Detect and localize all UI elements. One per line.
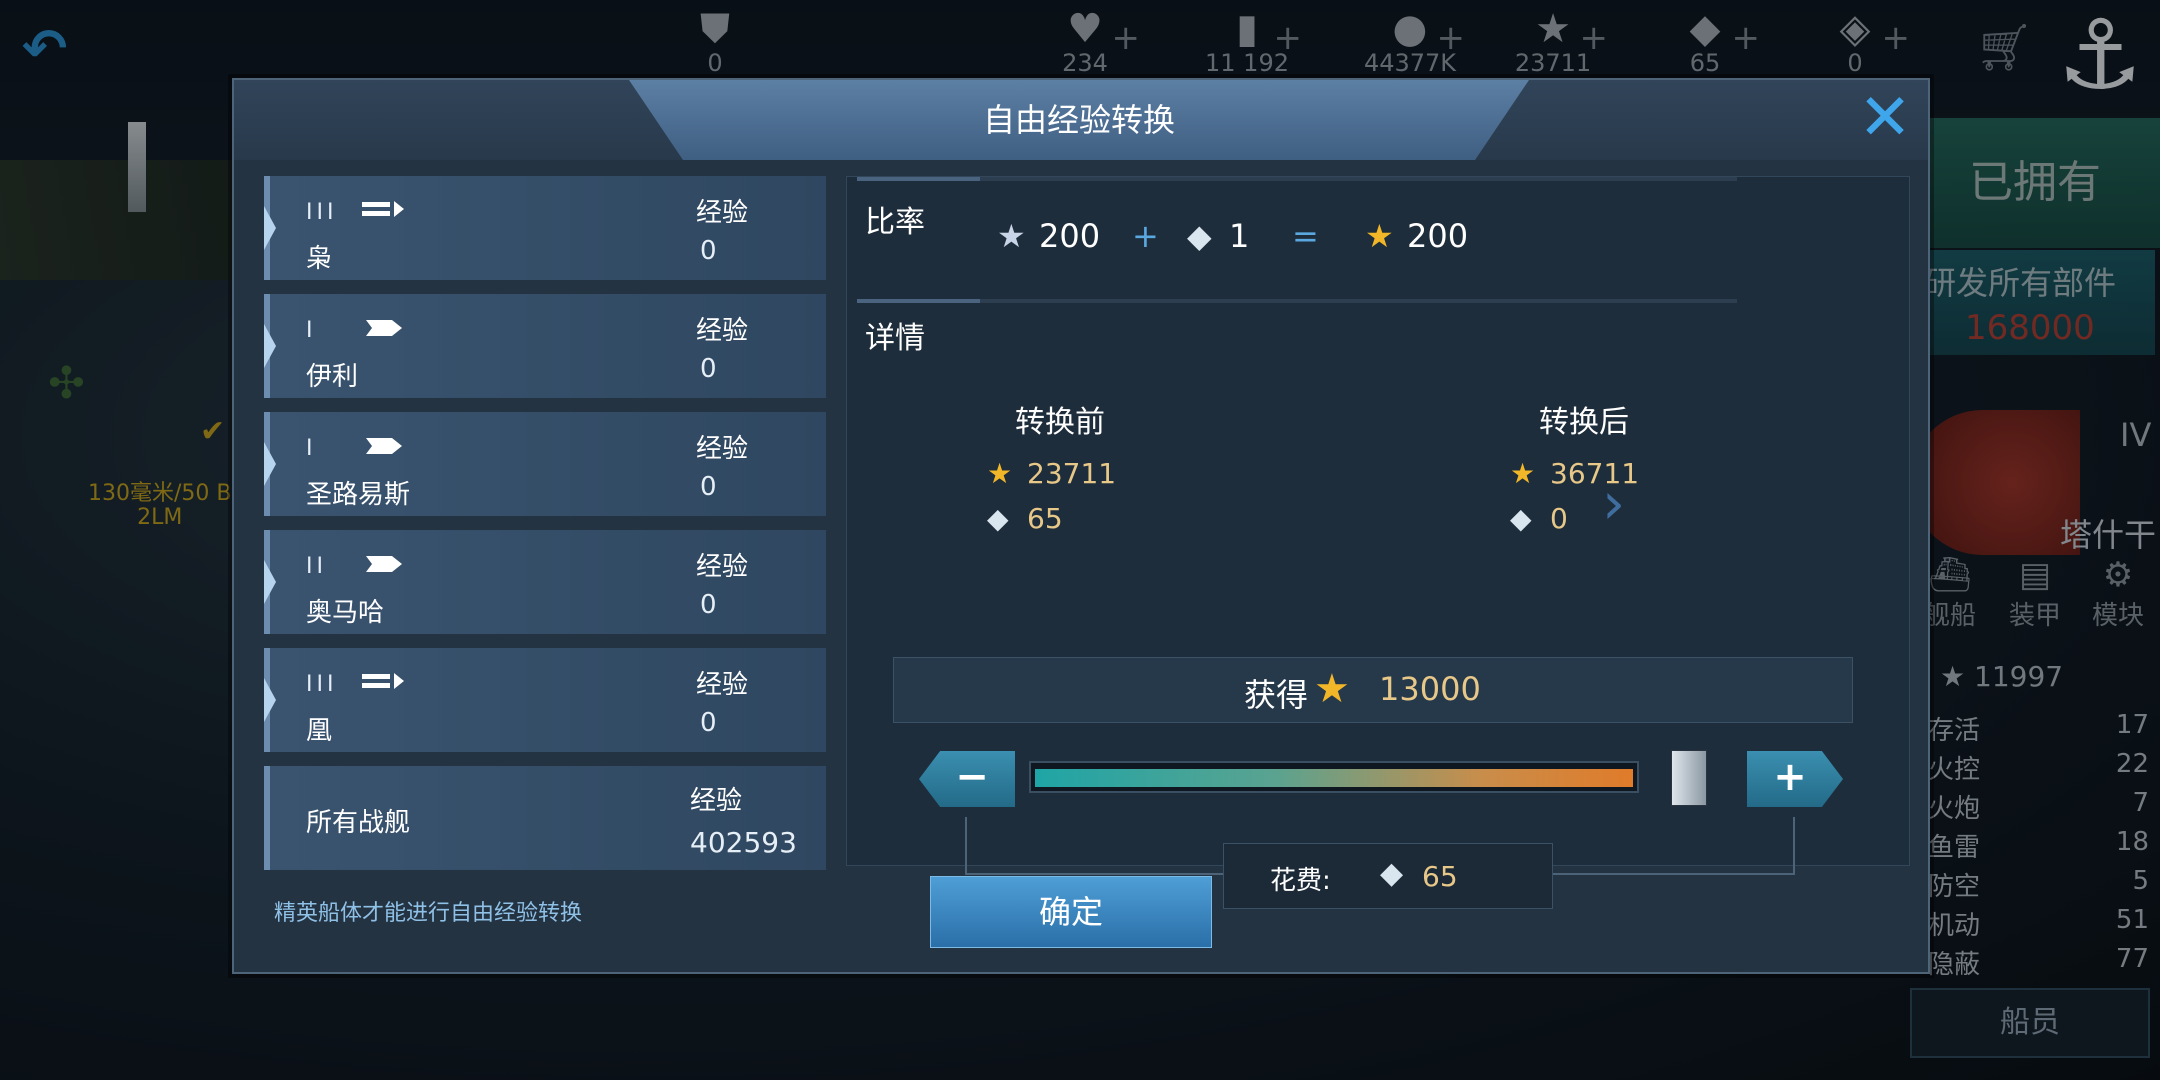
after-gem-value: 0 [1550, 502, 1568, 535]
ship-exp-label: 经验 [696, 670, 749, 700]
ship-name: 凰 [306, 716, 333, 746]
rate-result-amount: 200 [1407, 217, 1469, 255]
decrease-button[interactable]: − [919, 751, 1015, 807]
amount-slider-fill [1035, 769, 1633, 787]
gain-value: 13000 [1379, 670, 1481, 708]
gold-star-icon: ★ [1365, 217, 1394, 255]
ship-tier: II [306, 554, 327, 579]
ship-class-icon [366, 438, 402, 454]
ship-exp-value: 0 [700, 236, 717, 266]
gain-box: 获得 ★ 13000 [893, 657, 1853, 723]
before-gem-row: ◆ 65 [987, 502, 1063, 535]
before-star-value: 23711 [1027, 457, 1117, 490]
ship-exp-label: 经验 [696, 198, 749, 228]
ship-tier: III [306, 672, 338, 697]
free-exp-dialog: 自由经验转换 ✕ III 枭经验 0 I 伊利 经验 0 I 圣路易斯 经验 0 II 奥马哈 经验 0 II… [232, 78, 1930, 974]
ship-list-item[interactable]: III 枭 经验 0 [264, 176, 826, 280]
ship-tier: I [306, 318, 317, 343]
ship-name: 圣路易斯 [306, 480, 411, 510]
ship-list-item[interactable]: II 奥马哈 经验 0 [264, 530, 826, 634]
diamond-icon: ◆ [1510, 502, 1532, 535]
before-gem-value: 65 [1027, 502, 1063, 535]
ship-class-icon [366, 320, 402, 336]
gain-label: 获得 [1244, 676, 1309, 714]
ship-exp-value: 0 [700, 354, 717, 384]
close-button[interactable]: ✕ [1854, 86, 1916, 150]
ship-exp-value: 0 [700, 590, 717, 620]
diamond-icon: ◆ [1187, 217, 1212, 255]
rate-title: 比率 [865, 205, 925, 240]
rate-gem-amount: 1 [1229, 217, 1250, 255]
ship-list-item[interactable]: III 凰 经验 0 [264, 648, 826, 752]
amount-slider-handle[interactable] [1671, 750, 1707, 806]
cost-box: 花费: ◆ 65 [1223, 843, 1553, 909]
gold-star-icon: ★ [1314, 666, 1350, 712]
after-star-row: ★ 36711 [1510, 457, 1639, 490]
connector-line-left [965, 817, 1223, 875]
rate-exp-amount: 200 [1039, 217, 1101, 255]
details-title: 详情 [865, 321, 925, 356]
ship-list-item[interactable]: I 圣路易斯 经验 0 [264, 412, 826, 516]
ship-exp-label: 经验 [696, 316, 749, 346]
after-gem-row: ◆ 0 [1510, 502, 1568, 535]
ship-class-icon [366, 556, 402, 572]
diamond-icon: ◆ [1380, 856, 1404, 891]
rate-equals: = [1292, 217, 1319, 255]
close-icon: ✕ [1858, 81, 1912, 155]
gold-star-icon: ★ [987, 457, 1013, 490]
after-title: 转换后 [1539, 405, 1629, 440]
ship-tier: III [306, 200, 338, 225]
gold-star-icon: ★ [1510, 457, 1536, 490]
section-divider [857, 177, 1737, 181]
ship-class-icon [362, 673, 404, 689]
cost-value: 65 [1422, 860, 1458, 893]
dialog-title: 自由经验转换 [982, 101, 1175, 139]
amount-slider-track[interactable] [1029, 761, 1639, 793]
ship-exp-value: 0 [700, 472, 717, 502]
ship-tier: I [306, 436, 317, 461]
conversion-panel: 比率 ★ 200 + ◆ 1 = ★ 200 详情 转换前 转换后 ★ 23711… [846, 176, 1910, 909]
ship-exp-label: 经验 [696, 552, 749, 582]
diamond-icon: ◆ [987, 502, 1009, 535]
connector-line-right [1553, 817, 1795, 875]
elite-hull-note: 精英船体才能进行自由经验转换 [274, 901, 583, 926]
ship-list-item[interactable]: I 伊利 经验 0 [264, 294, 826, 398]
rate-plus: + [1132, 217, 1159, 255]
all-ships-exp-label: 经验 [690, 786, 743, 816]
confirm-button[interactable]: 确定 [930, 876, 1212, 948]
ship-name: 枭 [306, 244, 333, 274]
after-star-value: 36711 [1550, 457, 1640, 490]
silver-star-icon: ★ [997, 217, 1026, 255]
ship-class-icon [362, 201, 404, 217]
all-ships-row[interactable]: 所有战舰 经验 402593 [264, 766, 826, 870]
increase-button[interactable]: + [1747, 751, 1843, 807]
section-divider [857, 299, 1737, 303]
before-star-row: ★ 23711 [987, 457, 1116, 490]
all-ships-label: 所有战舰 [306, 808, 411, 838]
ship-name: 伊利 [306, 362, 359, 392]
ship-exp-value: 0 [700, 708, 717, 738]
before-title: 转换前 [1015, 405, 1105, 440]
ship-name: 奥马哈 [306, 598, 385, 628]
cost-label: 花费: [1270, 866, 1331, 896]
all-ships-exp-value: 402593 [690, 826, 797, 859]
ship-list: III 枭经验 0 I 伊利 经验 0 I 圣路易斯 经验 0 II 奥马哈 经验 0 III 凰经验 0 所有战… [264, 176, 826, 870]
ship-exp-label: 经验 [696, 434, 749, 464]
